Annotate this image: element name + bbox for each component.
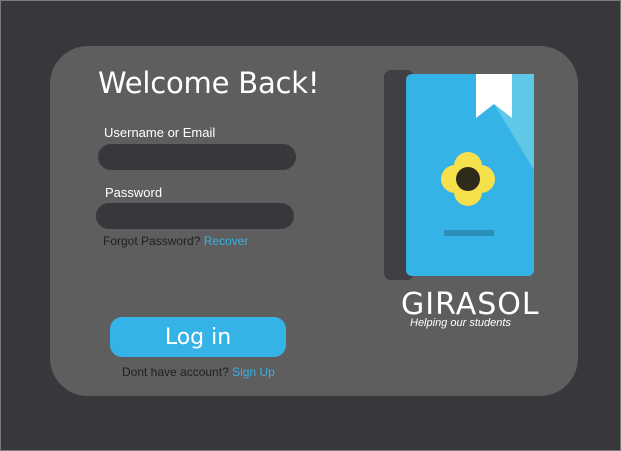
- recover-link[interactable]: Recover: [204, 234, 249, 248]
- no-account-text: Dont have account?: [122, 365, 229, 379]
- signup-link[interactable]: Sign Up: [232, 365, 275, 379]
- username-input[interactable]: [98, 144, 296, 170]
- login-button[interactable]: Log in: [110, 317, 286, 357]
- password-input[interactable]: [96, 203, 294, 229]
- book-with-flower-icon: [384, 70, 534, 280]
- forgot-password-row: Forgot Password? Recover: [103, 234, 248, 248]
- page-title: Welcome Back!: [98, 66, 320, 100]
- username-label: Username or Email: [104, 125, 216, 140]
- signup-row: Dont have account? Sign Up: [122, 365, 275, 379]
- password-label: Password: [105, 185, 163, 200]
- forgot-password-text: Forgot Password?: [103, 234, 201, 248]
- cover-label-bar: [444, 230, 494, 236]
- brand-tagline: Helping our students: [410, 317, 511, 329]
